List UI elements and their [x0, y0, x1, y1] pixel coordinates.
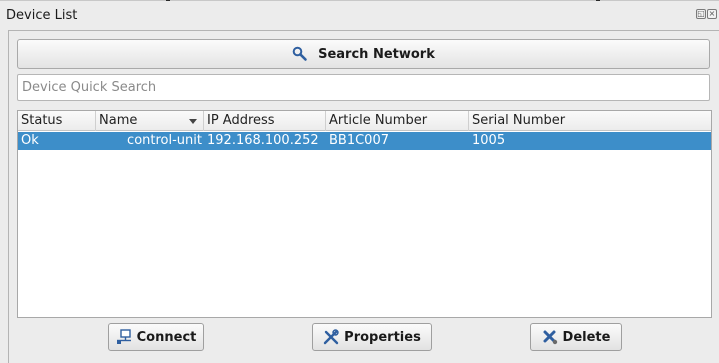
- magnifier-icon: [292, 46, 308, 62]
- search-network-label: Search Network: [318, 46, 435, 62]
- device-table[interactable]: Status Name IP Address Article Number Se…: [17, 110, 712, 318]
- device-quick-search-input[interactable]: [17, 74, 710, 101]
- column-header-ip[interactable]: IP Address: [204, 111, 326, 131]
- sort-descending-icon: [189, 119, 197, 124]
- cell-article: BB1C007: [329, 133, 389, 148]
- tools-icon: [323, 329, 339, 345]
- table-header: Status Name IP Address Article Number Se…: [18, 111, 711, 131]
- top-border-segment: [596, 0, 600, 1]
- top-border: [0, 0, 719, 1]
- title-bar-controls: ◱ ×: [696, 9, 717, 19]
- column-header-status[interactable]: Status: [18, 111, 96, 131]
- cell-serial: 1005: [472, 133, 506, 148]
- connect-label: Connect: [136, 329, 197, 345]
- delete-button[interactable]: Delete: [530, 323, 622, 351]
- properties-label: Properties: [344, 329, 421, 345]
- delete-x-icon: [542, 329, 558, 345]
- top-border-segment: [166, 0, 170, 1]
- column-header-name[interactable]: Name: [96, 111, 204, 131]
- table-row[interactable]: Ok control-unit 192.168.100.252 BB1C007 …: [18, 132, 711, 150]
- panel-title: Device List: [6, 8, 78, 23]
- delete-label: Delete: [562, 329, 611, 345]
- column-header-name-label: Name: [99, 113, 138, 128]
- connect-button[interactable]: Connect: [108, 323, 204, 351]
- column-header-article[interactable]: Article Number: [326, 111, 469, 131]
- close-icon[interactable]: ×: [707, 9, 717, 19]
- search-network-button[interactable]: Search Network: [17, 39, 710, 69]
- properties-button[interactable]: Properties: [312, 323, 432, 351]
- cell-name: control-unit: [127, 133, 202, 148]
- float-icon[interactable]: ◱: [696, 9, 706, 19]
- cell-ip: 192.168.100.252: [207, 133, 319, 148]
- network-connect-icon: [116, 329, 132, 345]
- cell-status: Ok: [21, 133, 39, 148]
- column-header-serial[interactable]: Serial Number: [469, 111, 711, 131]
